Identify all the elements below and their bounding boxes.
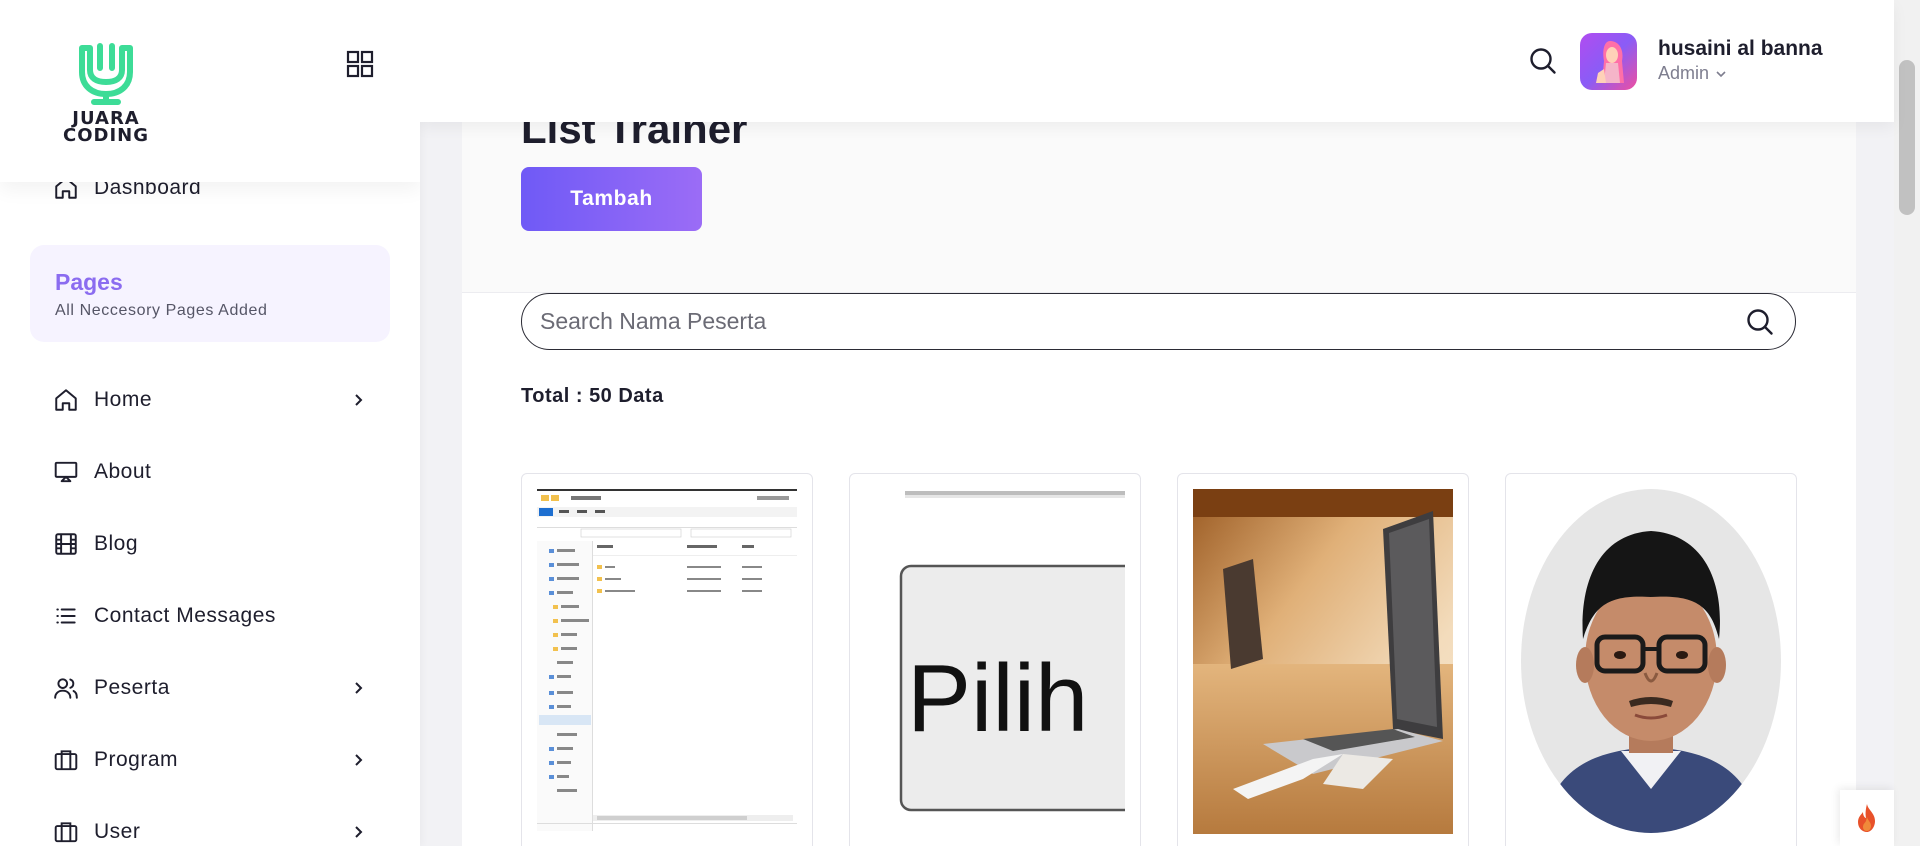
sidebar: Dashboard Pages All Neccesory Pages Adde… [0,0,420,846]
search-input[interactable] [540,294,1720,348]
add-trainer-button[interactable]: Tambah [521,167,702,231]
sidebar-header: JUARA CODING [0,0,420,182]
sidebar-item-label: Contact Messages [94,604,276,627]
trainer-photo [537,489,797,834]
juara-coding-logo[interactable]: JUARA CODING [50,40,162,144]
search-box [521,293,1796,350]
trainer-photo [1521,489,1781,834]
trainer-photo [1193,489,1453,834]
sidebar-item-label: Program [94,748,179,771]
monitor-icon [52,458,80,486]
scrollbar-thumb[interactable] [1899,60,1915,215]
pilih-image-text: Pilih [907,645,1088,752]
chevron-down-icon [1715,68,1727,80]
users-icon [52,674,80,702]
sidebar-item-about[interactable]: About [52,452,372,492]
card-header: List Trainer Tambah [462,100,1856,293]
page-scrollbar[interactable] [1894,0,1920,846]
sidebar-item-label: About [94,460,152,483]
chevron-right-icon [348,390,368,410]
list-icon [52,602,80,630]
user-name: husaini al banna [1658,37,1823,60]
chevron-right-icon [348,750,368,770]
pages-section-title: Pages [55,269,123,295]
sidebar-item-user[interactable]: User [52,812,372,846]
sidebar-item-blog[interactable]: Blog [52,524,372,564]
chevron-right-icon [348,822,368,842]
trainer-card[interactable] [1177,473,1469,846]
trainer-photo: Pilih [865,489,1125,834]
film-icon [52,530,80,558]
sidebar-item-label: User [94,820,141,843]
pages-section-subtitle: All Neccesory Pages Added [55,302,268,319]
trainer-card[interactable] [1505,473,1797,846]
sidebar-item-peserta[interactable]: Peserta [52,668,372,708]
home-icon [52,386,80,414]
search-icon[interactable] [1528,46,1558,76]
user-role-label: Admin [1658,63,1710,83]
logo-text-line2: CODING [63,125,149,144]
sidebar-item-home[interactable]: Home [52,380,372,420]
sidebar-item-label: Blog [94,532,139,555]
briefcase-icon [52,818,80,846]
sidebar-item-program[interactable]: Program [52,740,372,780]
user-role-dropdown[interactable]: Admin [1658,63,1727,84]
chevron-right-icon [348,678,368,698]
sidebar-item-label: Home [94,388,153,411]
trainer-card[interactable]: Pilih [849,473,1141,846]
fire-icon[interactable] [1840,790,1894,846]
search-icon[interactable] [1745,307,1775,337]
total-count: Total : 50 Data [521,385,664,407]
trainer-list-card: List Trainer Tambah Total : 50 Data [462,100,1856,846]
briefcase-icon [52,746,80,774]
topbar: husaini al banna Admin [420,0,1894,122]
sidebar-item-label: Peserta [94,676,170,699]
pages-section: Pages All Neccesory Pages Added [30,245,390,342]
trainer-card[interactable] [521,473,813,846]
sidebar-item-contact-messages[interactable]: Contact Messages [52,596,372,636]
grid-menu-icon[interactable] [346,50,374,78]
avatar[interactable] [1580,33,1637,90]
